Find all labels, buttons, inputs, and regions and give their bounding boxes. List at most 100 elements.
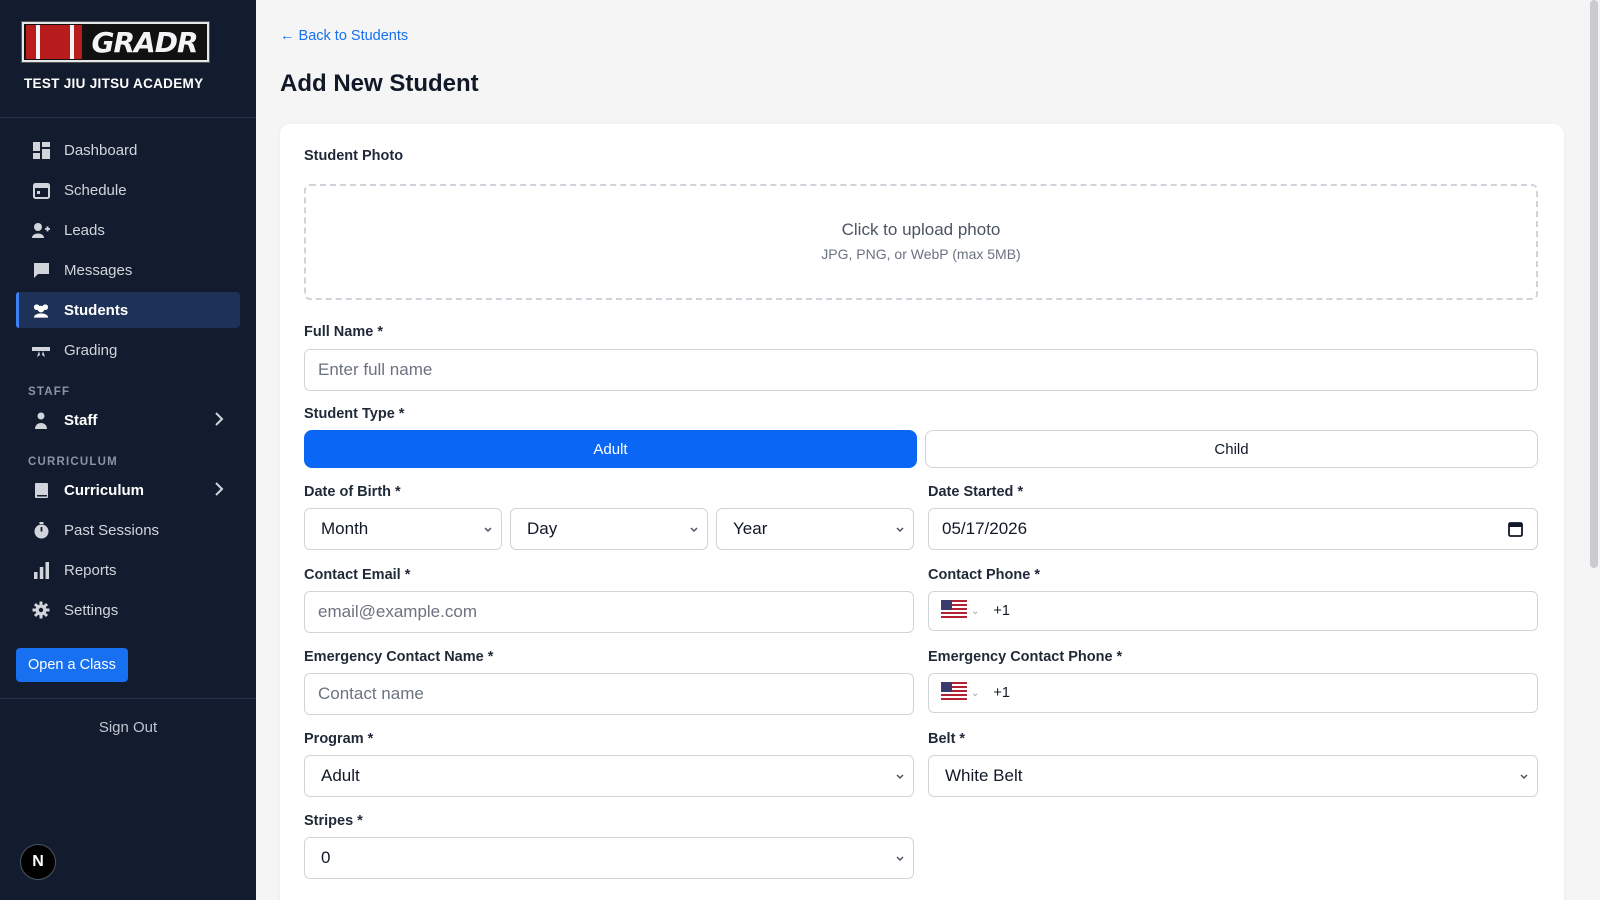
dob-month-select[interactable]: Month [304,508,502,550]
email-label: Contact Email * [304,567,411,583]
sidebar-item-leads[interactable]: Leads [16,212,240,248]
curriculum-section-label: CURRICULUM [28,456,118,468]
email-input[interactable]: email@example.com [304,591,914,633]
stripes-label: Stripes * [304,813,363,829]
calendar-picker-icon[interactable] [1508,521,1523,542]
chevron-down-icon [483,522,493,542]
program-value: Adult [321,766,360,785]
dob-year-select[interactable]: Year [716,508,914,550]
chevron-right-icon [214,481,224,501]
gear-icon [32,601,50,619]
program-select[interactable]: Adult [304,755,914,797]
full-name-label: Full Name * [304,324,383,340]
belt-label: Belt * [928,731,966,747]
scrollbar-thumb[interactable] [1590,0,1598,568]
sidebar-item-label: Schedule [64,181,127,199]
person-icon [32,411,50,429]
upload-hint: JPG, PNG, or WebP (max 5MB) [821,246,1021,262]
date-started-input[interactable]: 05/17/2026 [928,508,1538,550]
sidebar-item-label: Students [64,301,129,319]
stripes-value: 0 [321,848,331,867]
emergency-name-input[interactable]: Contact name [304,673,914,715]
type-child-button[interactable]: Child [925,430,1538,468]
sidebar-item-label: Dashboard [64,141,138,159]
phone-prefix: +1 [993,603,1010,619]
sidebar-item-label: Messages [64,261,133,279]
sidebar-item-dashboard[interactable]: Dashboard [16,132,240,168]
date-started-label: Date Started * [928,484,1024,500]
student-form-card: Student Photo Click to upload photo JPG,… [280,124,1564,900]
sidebar-item-label: Curriculum [64,481,145,499]
dob-month-value: Month [321,519,369,538]
belt-value: White Belt [945,766,1023,785]
open-class-button[interactable]: Open a Class [16,648,128,682]
timer-icon [32,521,50,539]
dev-badge[interactable]: N [20,844,56,880]
upload-title: Click to upload photo [841,220,1001,239]
chevron-right-icon [214,411,224,431]
chevron-down-icon [895,851,905,871]
students-icon [32,301,50,319]
gradr-logo[interactable]: GRADR [21,21,210,63]
sidebar: GRADR TEST JIU JITSU ACADEMY Dashboard S… [0,0,256,900]
bar-chart-icon [32,561,50,579]
type-adult-button[interactable]: Adult [304,430,917,468]
sidebar-item-schedule[interactable]: Schedule [16,172,240,208]
emergency-phone-label: Emergency Contact Phone * [928,649,1123,665]
dashboard-icon [32,141,50,159]
sidebar-item-reports[interactable]: Reports [16,552,240,588]
sidebar-item-label: Past Sessions [64,521,160,539]
sidebar-item-label: Reports [64,561,117,579]
full-name-input[interactable]: Enter full name [304,349,1538,391]
sidebar-item-label: Grading [64,341,118,359]
belt-select[interactable]: White Belt [928,755,1538,797]
sidebar-divider [0,698,256,699]
chevron-down-icon [1519,769,1529,789]
emergency-phone-input[interactable]: ⌄ +1 [928,673,1538,713]
dob-day-value: Day [527,519,558,538]
book-icon [32,481,50,499]
sidebar-item-curriculum[interactable]: Curriculum [16,472,240,508]
staff-section-label: STAFF [28,386,71,398]
sidebar-item-label: Settings [64,601,119,619]
dob-day-select[interactable]: Day [510,508,708,550]
phone-input[interactable]: ⌄ +1 [928,591,1538,631]
sidebar-item-grading[interactable]: Grading [16,332,240,368]
sidebar-item-students[interactable]: Students [16,292,240,328]
chevron-down-icon: ⌄ [971,605,980,617]
dob-year-value: Year [733,519,768,538]
student-type-label: Student Type * [304,406,405,422]
sidebar-item-staff[interactable]: Staff [16,402,240,438]
sidebar-item-messages[interactable]: Messages [16,252,240,288]
sidebar-item-settings[interactable]: Settings [16,592,240,628]
sidebar-nav: Dashboard Schedule Leads Messages Studen… [0,118,256,628]
phone-label: Contact Phone * [928,567,1040,583]
chevron-down-icon [689,522,699,542]
sidebar-item-label: Leads [64,221,105,239]
us-flag-icon[interactable] [941,682,971,704]
emergency-name-label: Emergency Contact Name * [304,649,494,665]
back-to-students-link[interactable]: ← Back to Students [280,28,408,44]
photo-label: Student Photo [304,148,404,164]
chat-icon [32,261,50,279]
page-title: Add New Student [280,70,479,97]
emergency-phone-prefix: +1 [993,685,1010,701]
logo-wrap: GRADR [0,0,256,63]
calendar-icon [32,181,50,199]
sidebar-item-past-sessions[interactable]: Past Sessions [16,512,240,548]
add-user-icon [32,221,50,239]
chevron-down-icon: ⌄ [971,687,980,699]
us-flag-icon[interactable] [941,600,971,622]
academy-name: TEST JIU JITSU ACADEMY [24,76,204,91]
photo-upload-dropzone[interactable]: Click to upload photo JPG, PNG, or WebP … [304,184,1538,300]
sign-out-button[interactable]: Sign Out [0,719,256,736]
dob-label: Date of Birth * [304,484,401,500]
sidebar-item-label: Staff [64,411,98,429]
logo-flag-icon [26,25,82,59]
page-scrollbar[interactable] [1588,0,1600,900]
main-content: ← Back to Students Add New Student Stude… [256,0,1588,900]
chevron-down-icon [895,522,905,542]
belt-icon [32,341,50,359]
date-started-value: 05/17/2026 [942,519,1028,538]
stripes-select[interactable]: 0 [304,837,914,879]
